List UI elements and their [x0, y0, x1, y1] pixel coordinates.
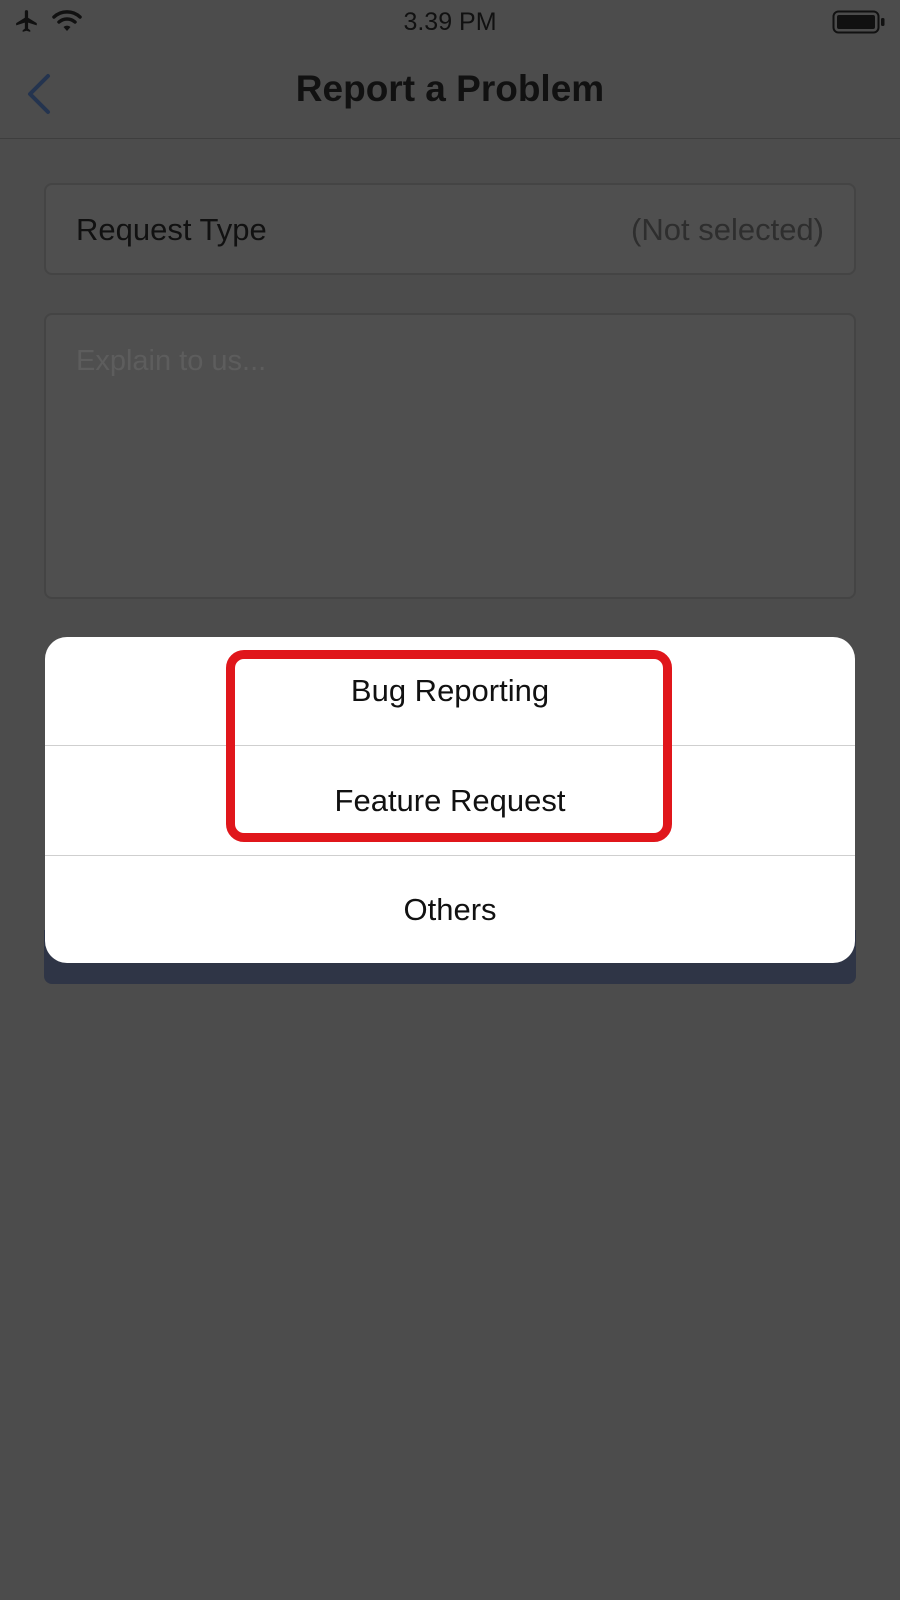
- option-others[interactable]: Others: [45, 856, 855, 963]
- page-title: Report a Problem: [295, 68, 605, 109]
- request-type-label: Request Type: [76, 212, 267, 247]
- battery-icon: [832, 10, 886, 39]
- option-bug-reporting[interactable]: Bug Reporting: [45, 637, 855, 745]
- explain-textarea[interactable]: Explain to us...: [44, 313, 856, 599]
- status-time: 3.39 PM: [403, 8, 497, 36]
- status-bar: 3.39 PM: [0, 0, 900, 44]
- explain-placeholder: Explain to us...: [76, 345, 267, 377]
- request-type-value: (Not selected): [631, 212, 824, 247]
- navigation-bar: Report a Problem: [0, 44, 900, 139]
- request-type-action-sheet: Bug Reporting Feature Request Others: [45, 637, 855, 963]
- option-feature-request[interactable]: Feature Request: [45, 745, 855, 856]
- request-type-selector[interactable]: Request Type (Not selected): [44, 183, 856, 275]
